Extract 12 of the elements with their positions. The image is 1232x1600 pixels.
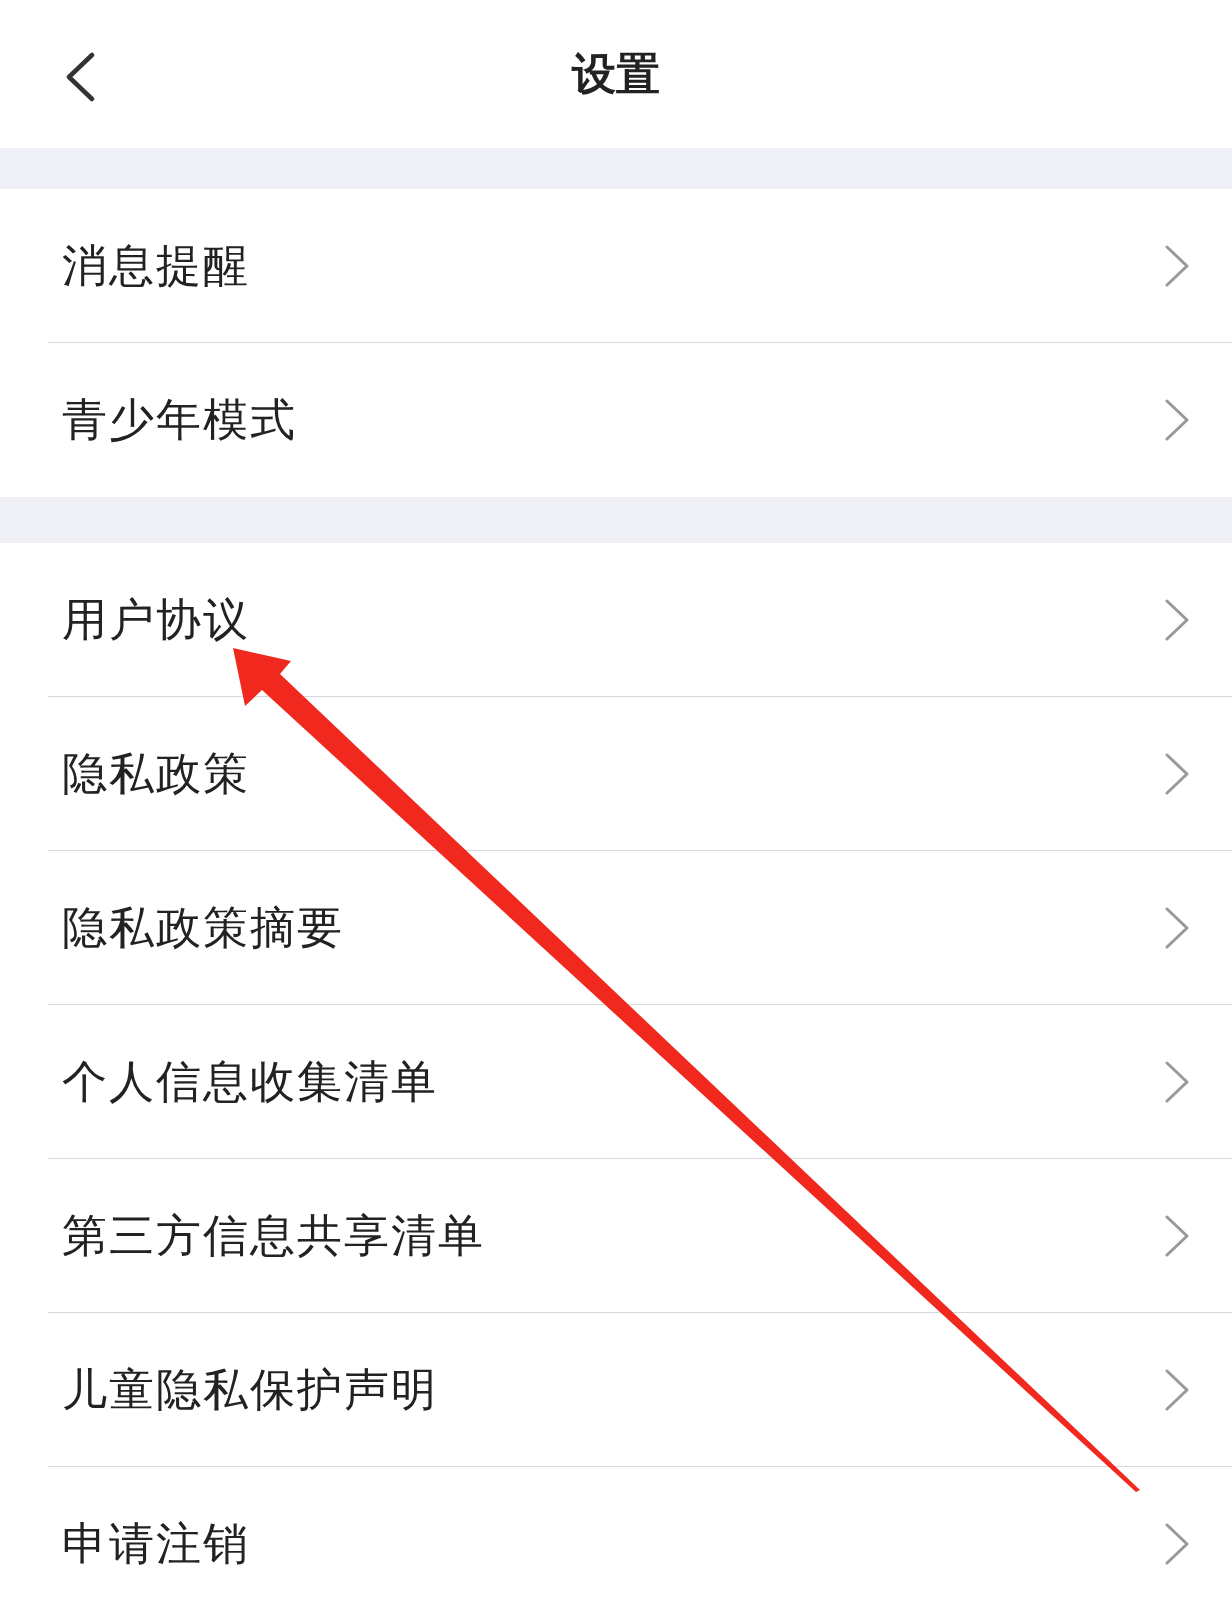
chevron-right-icon (1164, 598, 1190, 641)
chevron-right-icon (1164, 244, 1190, 287)
page-title: 设置 (572, 46, 660, 101)
chevron-right-icon (1164, 399, 1190, 441)
back-icon[interactable] (64, 52, 96, 102)
chevron-right-icon (1164, 906, 1190, 949)
settings-item[interactable]: 青少年模式 (48, 343, 1232, 497)
chevron-right-icon (1164, 752, 1190, 795)
chevron-right-icon (1164, 1368, 1190, 1411)
chevron-right-icon (1164, 1214, 1190, 1257)
chevron-right-icon (1164, 1522, 1190, 1565)
chevron-right-icon (1164, 1060, 1190, 1103)
